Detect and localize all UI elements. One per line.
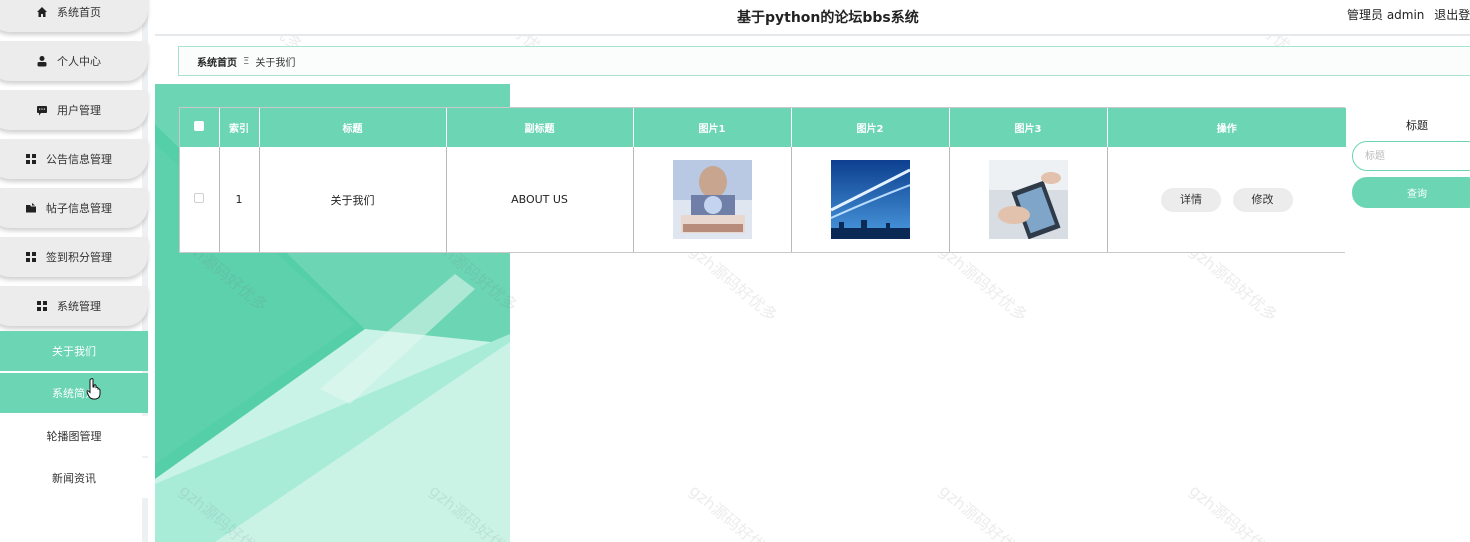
logout-link[interactable]: 退出登 — [1434, 8, 1470, 22]
sidebar-item-checkin[interactable]: 签到积分管理 — [0, 237, 148, 277]
column-header-actions: 操作 — [1107, 108, 1346, 147]
column-header-image1: 图片1 — [633, 108, 792, 147]
sidebar-item-home[interactable]: 系统首页 — [0, 0, 148, 32]
sidebar-item-label: 公告信息管理 — [46, 153, 112, 166]
watermark: gzh源码好优多 — [1185, 480, 1282, 542]
sidebar-item-notices[interactable]: 公告信息管理 — [0, 139, 148, 179]
select-all-checkbox[interactable] — [194, 121, 205, 131]
row-checkbox[interactable] — [194, 193, 205, 203]
app-title: 基于python的论坛bbs系统 — [737, 10, 919, 26]
table-row: 1 关于我们 ABOUT US 详情 修改 — [180, 147, 1346, 252]
breadcrumb: 系统首页 Ξ 关于我们 — [178, 46, 1470, 76]
user-role-label: 管理员 admin — [1347, 8, 1425, 22]
row-index: 1 — [219, 147, 260, 252]
sidebar-item-label: 个人中心 — [57, 55, 101, 68]
detail-button[interactable]: 详情 — [1161, 187, 1221, 212]
image1-thumbnail[interactable] — [672, 160, 752, 239]
submenu-item-carousel[interactable]: 轮播图管理 — [0, 416, 148, 456]
column-header-index: 索引 — [219, 108, 260, 147]
column-header-image2: 图片2 — [791, 108, 950, 147]
breadcrumb-home[interactable]: 系统首页 — [197, 54, 237, 69]
user-icon — [35, 54, 49, 68]
grid-icon — [24, 152, 38, 166]
hand-cursor-icon — [86, 378, 101, 400]
sidebar-item-posts[interactable]: 帖子信息管理 — [0, 188, 148, 228]
row-image1-cell — [633, 147, 792, 252]
sidebar-item-label: 帖子信息管理 — [46, 202, 112, 215]
row-image3-cell — [949, 147, 1108, 252]
image3-thumbnail[interactable] — [988, 160, 1068, 239]
breadcrumb-separator: Ξ — [243, 55, 250, 67]
column-header-subtitle: 副标题 — [446, 108, 634, 147]
sidebar-item-label: 系统首页 — [57, 6, 101, 19]
grid-icon — [24, 250, 38, 264]
chat-icon — [35, 103, 49, 117]
sidebar-item-profile[interactable]: 个人中心 — [0, 41, 148, 81]
home-icon — [35, 5, 49, 19]
edit-button[interactable]: 修改 — [1232, 187, 1293, 212]
header-select-all[interactable] — [180, 108, 220, 147]
row-select-cell — [180, 147, 220, 252]
sidebar-item-label: 系统管理 — [57, 300, 101, 313]
row-title: 关于我们 — [259, 147, 447, 252]
folder-icon — [24, 201, 38, 215]
breadcrumb-current: 关于我们 — [255, 57, 296, 69]
sidebar-item-label: 用户管理 — [57, 104, 101, 117]
grid-icon — [35, 299, 49, 313]
submenu-item-intro[interactable]: 系统简介 — [0, 373, 148, 413]
user-info: 管理员 admin 退出登 — [1347, 6, 1470, 23]
sidebar-item-users[interactable]: 用户管理 — [0, 90, 148, 130]
sidebar: 系统首页 个人中心 用户管理 公告信息管理 帖子信息管理 签到积分管理 系统管理… — [0, 0, 148, 542]
row-image2-cell — [791, 147, 950, 252]
submenu-item-news[interactable]: 新闻资讯 — [0, 458, 148, 498]
data-table: 索引 标题 副标题 图片1 图片2 图片3 操作 1 关于我们 ABOUT US — [179, 107, 1346, 253]
sidebar-item-label: 签到积分管理 — [46, 251, 112, 264]
top-bar: 基于python的论坛bbs系统 管理员 admin 退出登 — [155, 0, 1470, 36]
search-label: 标题 — [1406, 119, 1428, 132]
column-header-image3: 图片3 — [949, 108, 1108, 147]
table-header-row: 索引 标题 副标题 图片1 图片2 图片3 操作 — [180, 108, 1346, 147]
app-root: gzh源码好优多 gzh源码好优多 gzh源码好优多 gzh源码好优多 gzh源… — [0, 0, 1470, 542]
search-button[interactable]: 查询 — [1352, 177, 1470, 208]
watermark: gzh源码好优多 — [935, 480, 1032, 542]
image2-thumbnail[interactable] — [830, 160, 910, 239]
watermark: gzh源码好优多 — [685, 480, 782, 542]
submenu-item-about[interactable]: 关于我们 — [0, 331, 148, 371]
row-subtitle: ABOUT US — [446, 147, 634, 252]
row-actions: 详情 修改 — [1107, 147, 1346, 252]
sidebar-item-system[interactable]: 系统管理 — [0, 286, 148, 326]
search-title-input[interactable] — [1352, 141, 1470, 171]
column-header-title: 标题 — [259, 108, 447, 147]
